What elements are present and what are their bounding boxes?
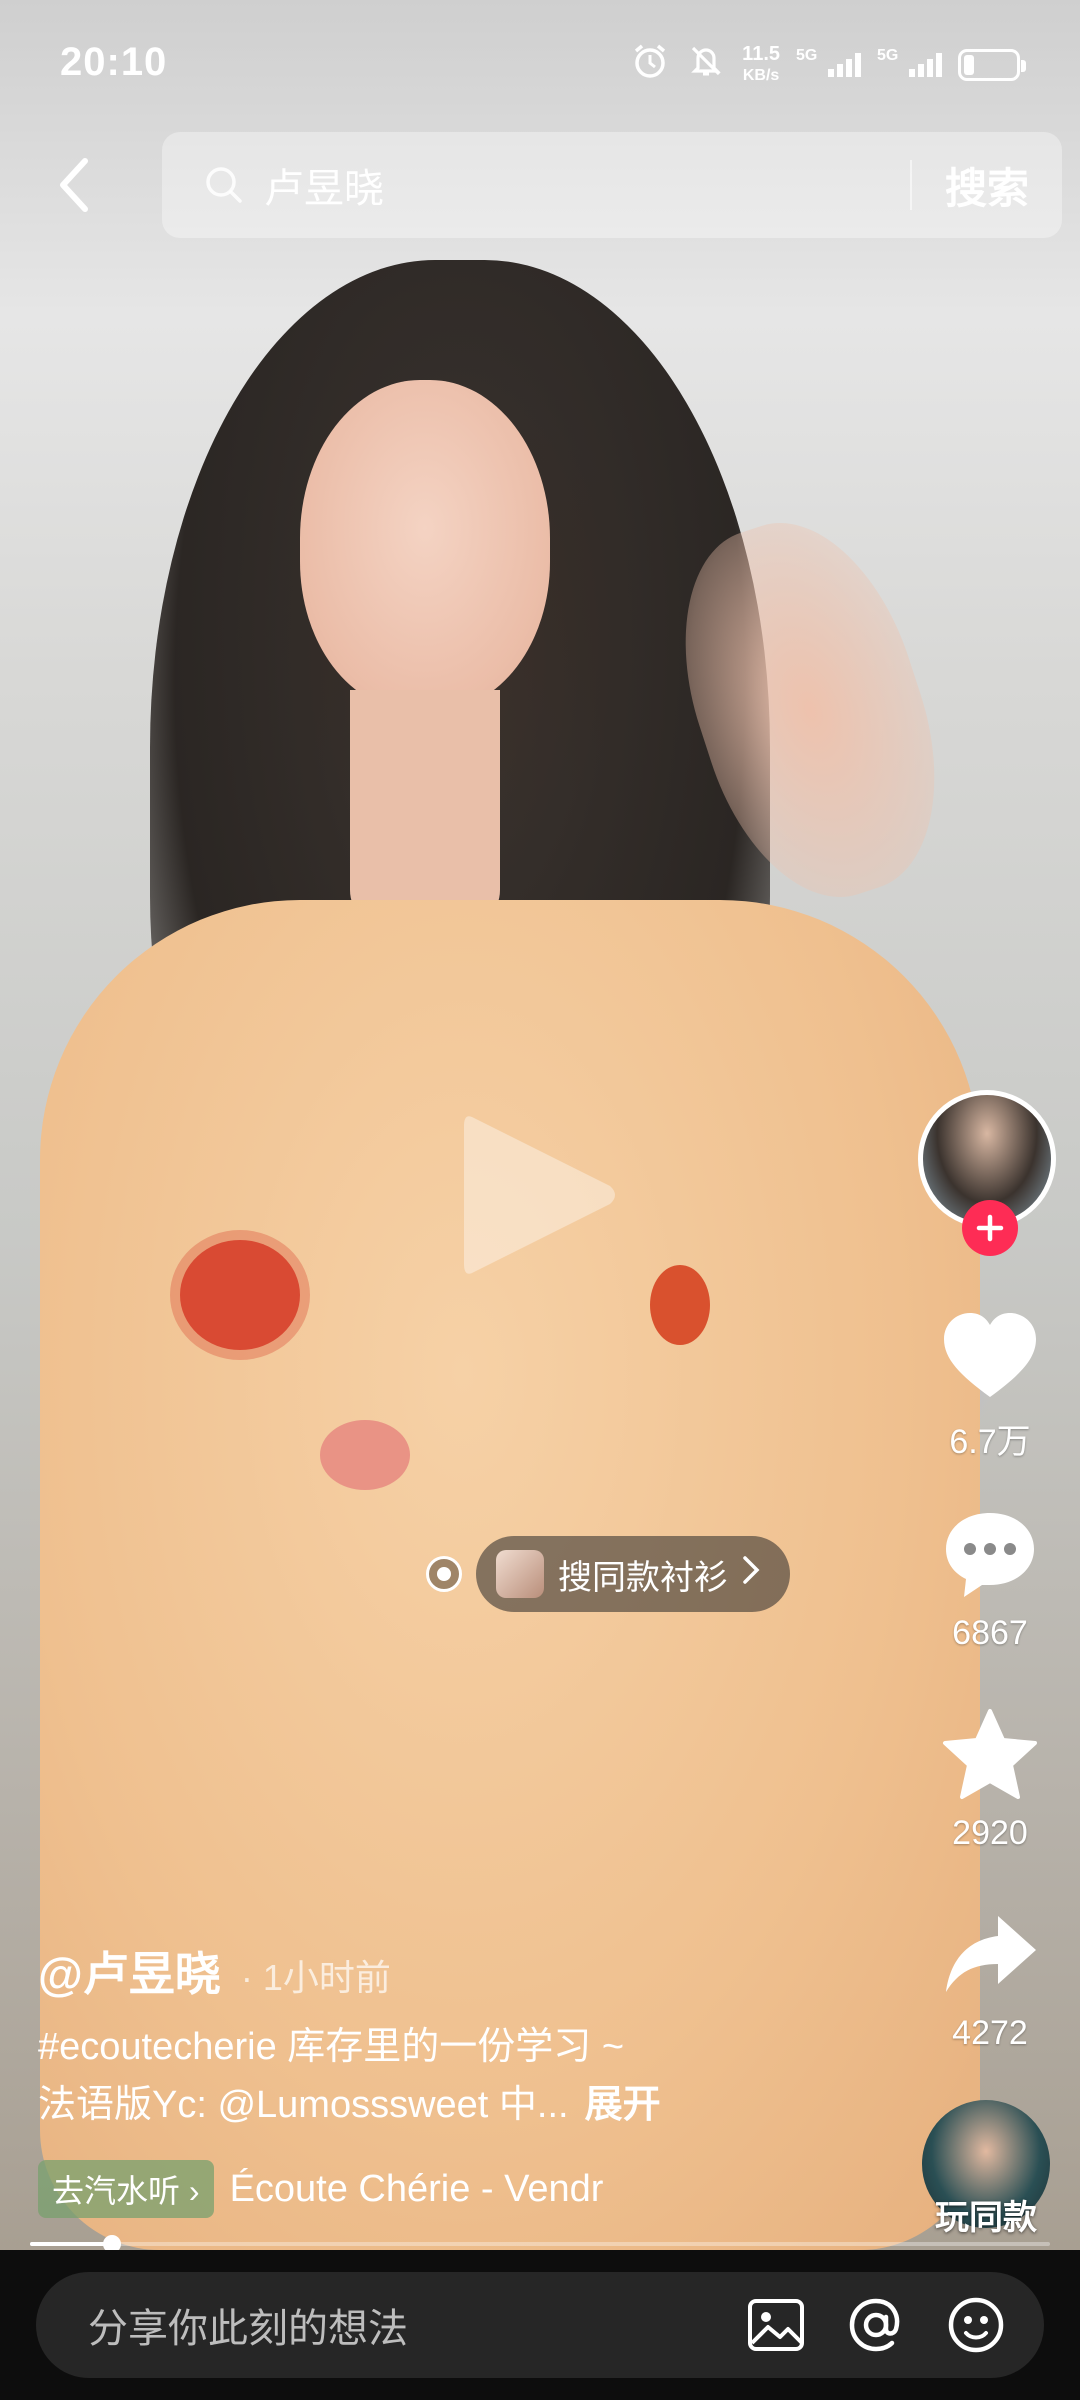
product-thumbnail [496, 1550, 544, 1598]
favorite-count: 2920 [952, 1814, 1028, 1852]
product-tag-dot[interactable] [426, 1556, 462, 1592]
signal-sim1-icon: 5G [796, 47, 861, 77]
mention-icon[interactable] [844, 2293, 908, 2357]
star-icon [930, 1700, 1050, 1810]
comment-button[interactable]: 6867 [930, 1500, 1050, 1653]
back-button[interactable] [40, 150, 110, 220]
status-icons: 11.5 KB/s 5G 5G [630, 40, 1026, 90]
search-button[interactable]: 搜索 [912, 155, 1062, 216]
comment-placeholder: 分享你此刻的想法 [88, 2307, 408, 2351]
blouse-flower [320, 1420, 410, 1490]
music-title[interactable]: Écoute Chérie - Vendr [230, 2168, 604, 2211]
video-screen: 20:10 11.5 KB/s 5G 5G 卢昱晓 搜索 搜同款衬衫 6.7万 … [0, 0, 1080, 2400]
like-button[interactable]: 6.7万 [930, 1300, 1050, 1463]
comment-bar: 分享你此刻的想法 [0, 2250, 1080, 2400]
caption-line-with-expand: 法语版Yc: @Lumosssweet 中... 展开 [38, 2076, 798, 2134]
emoji-icon[interactable] [944, 2293, 1008, 2357]
product-search-tag[interactable]: 搜同款衬衫 [476, 1536, 790, 1612]
comment-icon [930, 1500, 1050, 1610]
sim1-label: 5G [796, 47, 818, 64]
search-icon [202, 163, 252, 207]
expand-caption-button[interactable]: 展开 [585, 2084, 661, 2126]
caption-line: 法语版Yc: @Lumosssweet 中... [38, 2084, 569, 2126]
video-figure-face [300, 380, 550, 710]
search-input[interactable]: 卢昱晓 [264, 156, 910, 214]
play-button[interactable] [460, 1110, 620, 1280]
video-progress-bar[interactable] [30, 2235, 1050, 2253]
author-row: @卢昱晓 · 1小时前 [38, 1938, 391, 2004]
search-bar[interactable]: 卢昱晓 搜索 [162, 132, 1062, 238]
open-in-music-app-button[interactable]: 去汽水听 › [38, 2160, 214, 2218]
network-speed-value: 11.5 [742, 43, 780, 65]
network-speed-unit: KB/s [742, 67, 780, 84]
comment-input[interactable]: 分享你此刻的想法 [36, 2272, 1044, 2378]
share-arrow-icon [930, 1900, 1050, 2010]
signal-sim2-icon: 5G [877, 47, 942, 77]
comment-count: 6867 [952, 1614, 1028, 1652]
share-button[interactable]: 4272 [930, 1900, 1050, 2053]
chevron-right-icon [742, 1555, 760, 1594]
blouse-flower [180, 1240, 300, 1350]
chevron-left-icon [60, 158, 88, 212]
image-icon[interactable] [744, 2293, 808, 2357]
blouse-flower [650, 1265, 710, 1345]
video-progress-fill [30, 2242, 112, 2246]
status-bar: 20:10 11.5 KB/s 5G 5G [0, 0, 1080, 130]
status-time: 20:10 [60, 40, 168, 84]
author-name[interactable]: @卢昱晓 [38, 1938, 221, 2004]
caption-line: #ecoutecherie 库存里的一份学习 ~ [38, 2026, 625, 2068]
share-count: 4272 [952, 2014, 1028, 2052]
mute-icon [686, 41, 726, 90]
video-figure-neck [350, 690, 500, 930]
play-icon [464, 1116, 615, 1274]
like-count: 6.7万 [949, 1423, 1031, 1461]
favorite-button[interactable]: 2920 [930, 1700, 1050, 1853]
plus-icon [976, 1214, 1004, 1242]
heart-icon [930, 1300, 1050, 1410]
alarm-icon [630, 41, 670, 90]
use-sound-button[interactable]: 玩同款 [922, 2190, 1050, 2239]
product-tag-label: 搜同款衬衫 [558, 1558, 728, 1597]
network-speed: 11.5 KB/s [742, 43, 780, 87]
post-time: · 1小时前 [240, 1957, 391, 1998]
battery-icon [958, 49, 1026, 81]
sim2-label: 5G [877, 47, 899, 64]
follow-button[interactable] [962, 1200, 1018, 1256]
caption[interactable]: #ecoutecherie 库存里的一份学习 ~ 法语版Yc: @Lumosss… [38, 2018, 798, 2134]
music-row: 去汽水听 › Écoute Chérie - Vendr [38, 2160, 603, 2218]
